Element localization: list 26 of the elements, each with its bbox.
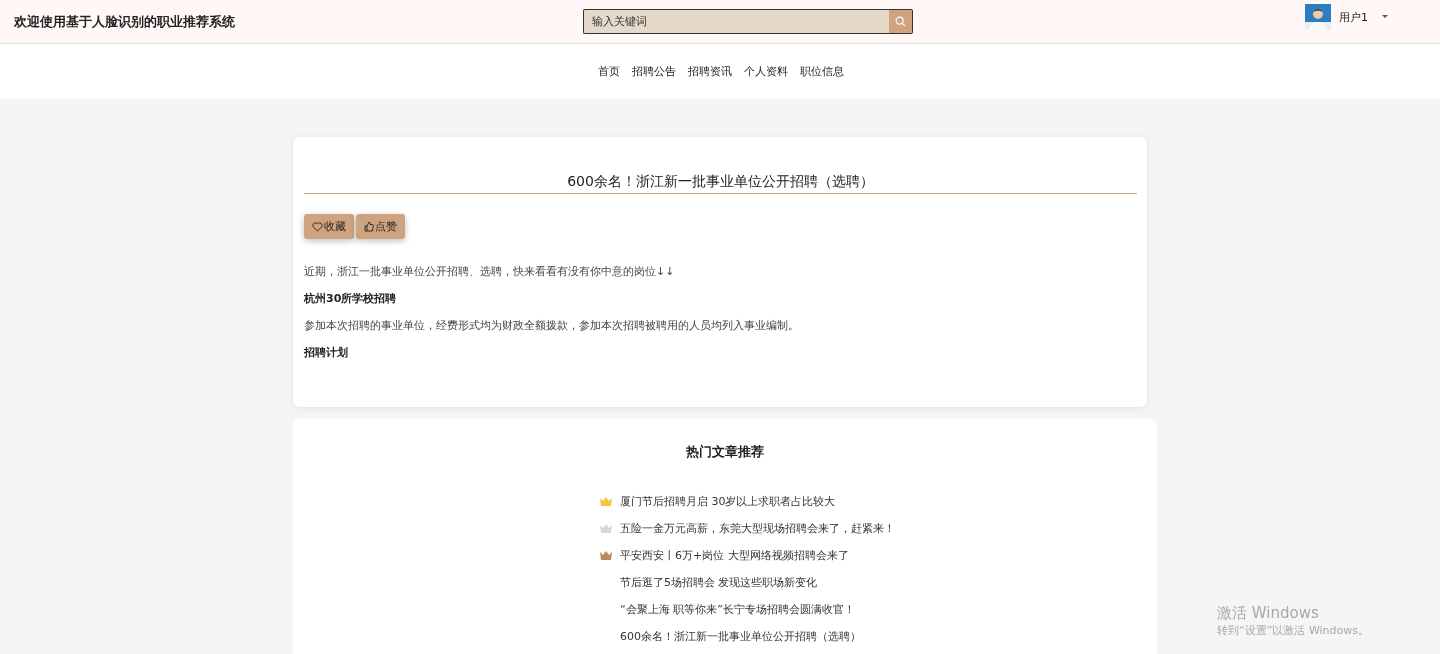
- section-title: 热门文章推荐: [685, 443, 765, 461]
- nav-link[interactable]: 职位信息: [798, 64, 844, 79]
- nav-link[interactable]: 首页: [596, 64, 620, 79]
- section-heading: 杭州30所学校招聘: [304, 292, 398, 306]
- article-link[interactable]: 平安西安丨6万+岗位 大型网络视频招聘会来了: [620, 548, 849, 563]
- paragraph: 参加本次招聘的事业单位，经费形式均为财政全额拨款，参加本次招聘被聘用的人员均列入事业编制。: [304, 319, 800, 333]
- thumb-icon: [364, 221, 374, 232]
- article-link[interactable]: 五险一金万元高薪，东莞大型现场招聘会来了，赶紧来！: [620, 521, 895, 536]
- caret-icon[interactable]: [1382, 15, 1388, 19]
- favorite-button[interactable]: 收藏: [304, 214, 354, 239]
- site-title: 欢迎使用基于人脸识别的职业推荐系统: [14, 12, 235, 31]
- section-heading: 招聘计划: [304, 346, 349, 360]
- activation-message: 转到“设置”以激活 Windows。: [1217, 623, 1369, 638]
- user-name[interactable]: 用户1: [1339, 9, 1368, 25]
- article-link[interactable]: 厦门节后招聘月启 30岁以上求职者占比较大: [620, 494, 836, 509]
- nav-link[interactable]: 招聘资讯: [686, 64, 732, 79]
- article-link[interactable]: 节后逛了5场招聘会 发现这些职场新变化: [620, 575, 818, 590]
- article-title: 600余名！浙江新一批事业单位公开招聘（选聘）: [304, 173, 1137, 194]
- article-link[interactable]: 600余名！浙江新一批事业单位公开招聘（选聘）: [620, 629, 861, 644]
- heart-icon: [312, 221, 323, 232]
- article-link[interactable]: “会聚上海 职等你来”长宁专场招聘会圆满收官！: [620, 602, 855, 617]
- activation-title: 激活 Windows: [1217, 604, 1320, 623]
- like-button[interactable]: 点赞: [356, 214, 405, 239]
- paragraph: 近期，浙江一批事业单位公开招聘、选聘，快来看看有没有你中意的岗位↓↓: [304, 265, 676, 279]
- nav-link[interactable]: 个人资料: [742, 64, 788, 79]
- nav-link[interactable]: 招聘公告: [630, 64, 676, 79]
